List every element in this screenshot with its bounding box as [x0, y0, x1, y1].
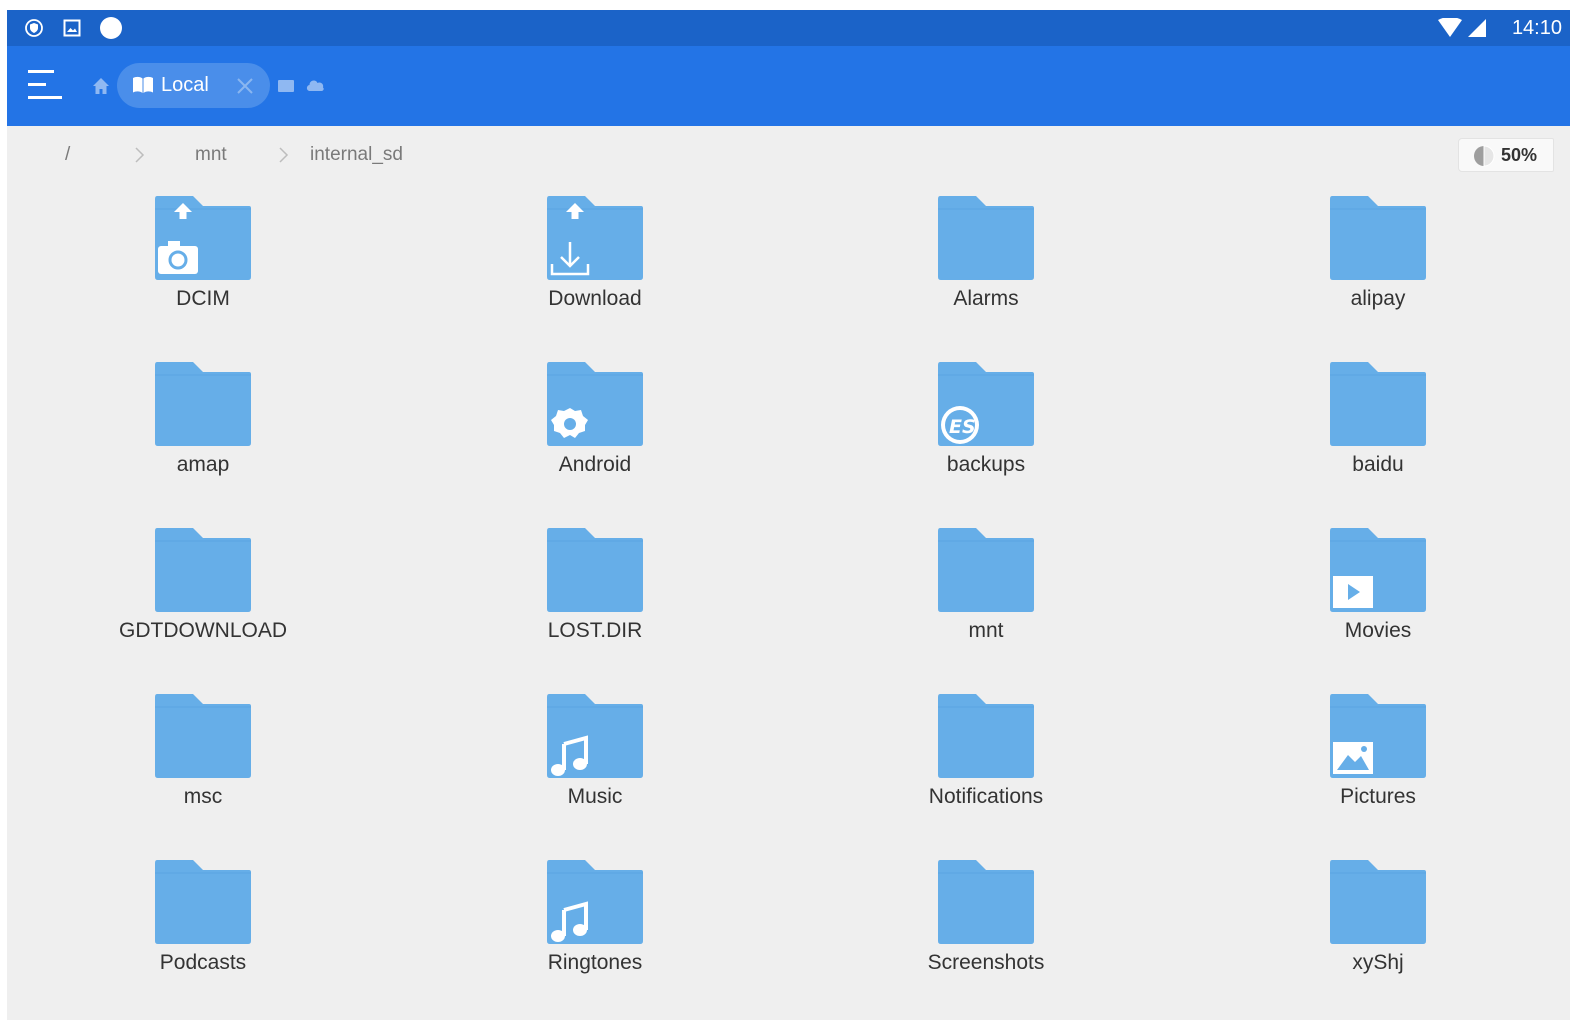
folder-name: DCIM [176, 287, 230, 310]
folder-name: Movies [1344, 619, 1412, 642]
folder-name: Podcasts [159, 951, 247, 974]
folder-icon [938, 196, 1034, 280]
folder-ringtones[interactable]: Ringtones [430, 852, 760, 1002]
folder-amap[interactable]: amap [38, 354, 368, 504]
folder-icon [547, 362, 643, 446]
folder-baidu[interactable]: baidu [1213, 354, 1543, 504]
status-time: 14:10 [1511, 17, 1562, 39]
wifi-icon [1438, 18, 1462, 37]
folder-alarms[interactable]: Alarms [821, 188, 1151, 338]
folder-music[interactable]: Music [430, 686, 760, 836]
storage-percent: 50% [1501, 145, 1538, 165]
folder-icon [547, 694, 643, 778]
folder-lost-dir[interactable]: LOST.DIR [430, 520, 760, 670]
folder-xyshj[interactable]: xyShj [1213, 852, 1543, 1002]
shield-icon [25, 19, 43, 37]
folder-name: Download [548, 287, 642, 310]
folder-icon [1330, 860, 1426, 944]
folder-icon: ES [938, 362, 1034, 446]
folder-backups[interactable]: ES backups [821, 354, 1151, 504]
folder-gdtdownload[interactable]: GDTDOWNLOAD [38, 520, 368, 670]
folder-android[interactable]: Android [430, 354, 760, 504]
folder-icon [938, 694, 1034, 778]
folder-name: Android [558, 453, 632, 476]
folder-icon [1330, 362, 1426, 446]
folder-alipay[interactable]: alipay [1213, 188, 1543, 338]
status-bar: 14:10 [7, 10, 1570, 46]
folder-name: alipay [1350, 287, 1406, 310]
folder-icon [155, 694, 251, 778]
storage-usage-badge[interactable]: 50% [1458, 138, 1554, 172]
folder-name: Pictures [1340, 785, 1416, 808]
chevron-right-icon [279, 147, 289, 163]
picture-icon [1333, 742, 1373, 774]
folder-name: baidu [1352, 453, 1404, 476]
folder-icon [1330, 694, 1426, 778]
breadcrumb: / mnt internal_sd 50% [7, 126, 1570, 182]
folder-name: LOST.DIR [547, 619, 643, 642]
folder-movies[interactable]: Movies [1213, 520, 1543, 670]
folder-name: Alarms [953, 287, 1019, 310]
folder-download[interactable]: Download [430, 188, 760, 338]
book-icon [133, 76, 153, 93]
pie-chart-icon [1474, 145, 1495, 167]
cloud-icon[interactable] [305, 77, 325, 93]
folder-icon [547, 528, 643, 612]
image-notification-icon [63, 19, 81, 37]
folder-name: mnt [968, 619, 1004, 642]
play-icon [1333, 576, 1373, 608]
breadcrumb-root[interactable]: / [65, 144, 70, 166]
folder-icon [155, 196, 251, 280]
folder-notifications[interactable]: Notifications [821, 686, 1151, 836]
folder-icon [1330, 528, 1426, 612]
folder-name: GDTDOWNLOAD [119, 619, 287, 642]
folder-screenshots[interactable]: Screenshots [821, 852, 1151, 1002]
folder-name: msc [183, 785, 223, 808]
folder-name: Music [567, 785, 623, 808]
tab-local-label: Local [161, 74, 209, 96]
folder-icon [938, 860, 1034, 944]
folder-msc[interactable]: msc [38, 686, 368, 836]
breadcrumb-mnt[interactable]: mnt [195, 144, 227, 166]
folder-icon [155, 860, 251, 944]
window-icon[interactable] [277, 79, 295, 93]
chevron-right-icon [135, 147, 145, 163]
folder-name: Screenshots [927, 951, 1045, 974]
file-manager-screen: 14:10 Local / mnt internal_sd 50% DCIM D… [7, 10, 1570, 1020]
folder-icon [1330, 196, 1426, 280]
svg-text:ES: ES [949, 416, 976, 438]
folder-name: Notifications [928, 785, 1044, 808]
folder-name: amap [176, 453, 230, 476]
circle-notification-icon [100, 17, 122, 39]
folder-icon [547, 196, 643, 280]
folder-podcasts[interactable]: Podcasts [38, 852, 368, 1002]
folder-icon [155, 528, 251, 612]
folder-icon [547, 860, 643, 944]
toolbar: Local [7, 46, 1570, 126]
home-icon[interactable] [91, 76, 111, 96]
folder-mnt[interactable]: mnt [821, 520, 1151, 670]
folder-name: xyShj [1352, 951, 1404, 974]
folder-name: Ringtones [547, 951, 643, 974]
tab-local[interactable]: Local [117, 63, 270, 108]
folder-dcim[interactable]: DCIM [38, 188, 368, 338]
folder-grid: DCIM Download Alarms alipay amap Android… [7, 188, 1570, 1018]
breadcrumb-internal-sd[interactable]: internal_sd [310, 144, 403, 166]
hamburger-menu-icon[interactable] [27, 68, 63, 102]
folder-name: backups [946, 453, 1026, 476]
folder-icon [155, 362, 251, 446]
folder-icon [938, 528, 1034, 612]
folder-pictures[interactable]: Pictures [1213, 686, 1543, 836]
close-icon[interactable] [235, 76, 255, 96]
cell-signal-icon [1468, 19, 1486, 37]
es-logo-icon: ES [941, 406, 979, 444]
